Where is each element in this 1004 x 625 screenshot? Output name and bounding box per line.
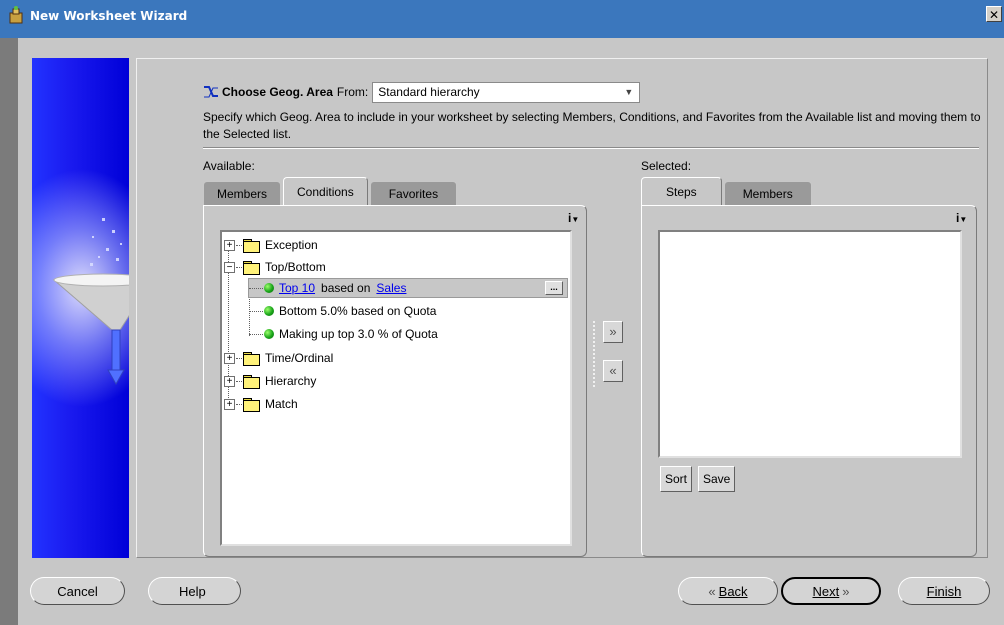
selected-label: Selected:	[641, 159, 692, 173]
available-tabs: Members Conditions Favorites	[203, 177, 459, 205]
condition-icon	[264, 283, 274, 293]
cancel-button[interactable]: Cancel	[30, 577, 125, 605]
available-info-menu[interactable]: i▼	[568, 211, 579, 225]
back-label: Back	[718, 583, 748, 599]
expand-icon[interactable]: +	[224, 352, 235, 364]
back-button[interactable]: « Back	[678, 577, 778, 605]
instructions-text: Specify which Geog. Area to include in y…	[203, 110, 981, 141]
tab-members[interactable]: Members	[203, 181, 282, 205]
based-on-text: based on	[321, 281, 371, 295]
move-grip	[593, 321, 595, 387]
tree-item-exception[interactable]: + Exception	[224, 235, 318, 255]
selected-pane: i▼ Sort Save	[641, 205, 977, 557]
next-button[interactable]: Next »	[781, 577, 881, 605]
save-button[interactable]: Save	[698, 466, 736, 492]
tab-conditions[interactable]: Conditions	[283, 177, 368, 205]
tab-selected-members[interactable]: Members	[723, 181, 812, 205]
tree-item-hierarchy[interactable]: + Hierarchy	[224, 371, 316, 391]
wizard-icon	[9, 6, 23, 24]
collapse-icon[interactable]: −	[224, 261, 235, 273]
available-pane: i▼ + Exception − Top/Bottom Top 10 based…	[203, 205, 587, 557]
tree-item-top-10[interactable]: Top 10 based on Sales ...	[248, 278, 568, 298]
tab-favorites[interactable]: Favorites	[369, 181, 458, 205]
from-label: From:	[336, 85, 369, 99]
help-button[interactable]: Help	[148, 577, 241, 605]
back-arrow-icon: «	[708, 583, 716, 599]
condition-icon	[264, 329, 274, 339]
selected-steps-list[interactable]	[658, 230, 962, 458]
available-label: Available:	[203, 159, 255, 173]
tree-item-time-ordinal[interactable]: + Time/Ordinal	[224, 348, 333, 368]
add-to-selected-button[interactable]: »	[603, 321, 623, 343]
conditions-tree: + Exception − Top/Bottom Top 10 based on…	[220, 230, 572, 546]
hierarchy-dropdown[interactable]: Standard hierarchy ▼	[372, 81, 641, 103]
more-button[interactable]: ...	[545, 281, 563, 295]
wizard-banner	[32, 58, 129, 558]
title-bar: New Worksheet Wizard ✕	[0, 0, 1004, 38]
folder-icon	[243, 238, 260, 253]
condition-icon	[264, 306, 274, 316]
next-arrow-icon: »	[842, 583, 850, 599]
chevron-down-icon: ▼	[624, 86, 634, 97]
folder-icon	[243, 351, 260, 366]
choose-row: Choose Geog. Area From: Standard hierarc…	[203, 81, 641, 103]
tree-item-match[interactable]: + Match	[224, 394, 298, 414]
finish-button[interactable]: Finish	[898, 577, 990, 605]
selected-info-menu[interactable]: i▼	[956, 211, 967, 225]
selected-tabs: Steps Members	[641, 177, 814, 205]
choose-label: Choose Geog. Area	[222, 85, 333, 99]
hierarchy-dropdown-value: Standard hierarchy	[378, 85, 480, 99]
tree-item-making-up[interactable]: Making up top 3.0 % of Quota	[249, 324, 438, 344]
close-button[interactable]: ✕	[986, 6, 1002, 22]
tree-item-bottom-5[interactable]: Bottom 5.0% based on Quota	[249, 301, 436, 321]
folder-open-icon	[243, 260, 260, 275]
expand-icon[interactable]: +	[224, 375, 235, 387]
measure-link[interactable]: Sales	[376, 281, 406, 295]
tab-steps[interactable]: Steps	[641, 177, 722, 205]
hierarchy-icon	[204, 86, 218, 98]
expand-icon[interactable]: +	[224, 239, 235, 251]
funnel-icon	[52, 218, 129, 386]
window-title: New Worksheet Wizard	[30, 9, 188, 23]
separator	[203, 147, 979, 149]
sort-button[interactable]: Sort	[660, 466, 693, 492]
wizard-window: Choose Geog. Area From: Standard hierarc…	[18, 38, 1004, 625]
top-count-link[interactable]: Top 10	[279, 281, 315, 295]
remove-from-selected-button[interactable]: «	[603, 360, 623, 382]
folder-icon	[243, 374, 260, 389]
folder-icon	[243, 397, 260, 412]
finish-label: Finish	[926, 583, 962, 599]
tree-item-top-bottom[interactable]: − Top/Bottom	[224, 257, 326, 277]
next-label: Next	[812, 583, 840, 599]
main-panel: Choose Geog. Area From: Standard hierarc…	[136, 58, 988, 558]
expand-icon[interactable]: +	[224, 398, 235, 410]
